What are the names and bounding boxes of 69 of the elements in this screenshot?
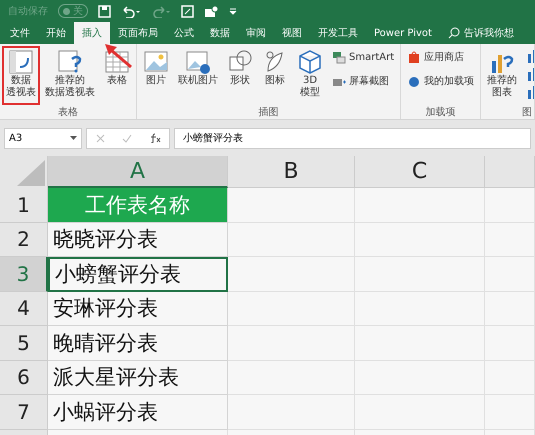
- ribbon-button[interactable]: 数据 透视表: [2, 46, 40, 105]
- ribbon-button[interactable]: SmartArt: [328, 47, 398, 67]
- group-label: 加载项: [426, 106, 456, 119]
- group-label: 插图: [258, 106, 279, 119]
- triangle-icon: [17, 160, 45, 186]
- cube-icon: [297, 49, 323, 75]
- search-icon[interactable]: [448, 27, 460, 39]
- ribbon-button[interactable]: 表格: [100, 46, 134, 105]
- autosave-label: 自动保存: [8, 5, 48, 18]
- ribbon-button[interactable]: 形状: [223, 46, 257, 105]
- table-cell[interactable]: 安琳评分表: [48, 292, 228, 326]
- row-header[interactable]: 6: [0, 360, 48, 395]
- tell-me-field[interactable]: 告诉我你想: [464, 26, 514, 40]
- table-question-icon: [57, 49, 83, 75]
- add-in-icon: [407, 74, 422, 88]
- table-cell[interactable]: 小螃蟹评分表: [48, 257, 228, 292]
- pivot-table-icon: [8, 49, 34, 75]
- ribbon-button[interactable]: 3D 模型: [293, 46, 327, 105]
- row-header[interactable]: 7: [0, 395, 48, 430]
- row-header[interactable]: 1: [0, 188, 48, 222]
- group-label: 表格: [58, 106, 78, 119]
- ribbon-tab[interactable]: 公式: [166, 22, 202, 44]
- ribbon-tab[interactable]: 文件: [2, 22, 38, 44]
- table-cell[interactable]: 派大星评分表: [48, 360, 228, 395]
- online-picture-icon: [185, 49, 211, 75]
- annotation-arrow: [104, 44, 132, 68]
- formula-field[interactable]: 小螃蟹评分表: [174, 128, 531, 148]
- ribbon-button[interactable]: 推荐的 数据透视表: [41, 46, 99, 105]
- column-header[interactable]: [485, 156, 535, 188]
- ribbon-button[interactable]: 我的加载项: [403, 71, 478, 91]
- select-all-button[interactable]: [0, 156, 48, 188]
- redo-icon[interactable]: [151, 4, 171, 18]
- ribbon-tab[interactable]: 插入: [74, 22, 110, 44]
- ribbon-button[interactable]: 推荐的 图表: [483, 46, 522, 105]
- ribbon-button[interactable]: 图片: [139, 46, 173, 105]
- row-header[interactable]: 4: [0, 292, 48, 326]
- ribbon-tab[interactable]: 审阅: [238, 22, 274, 44]
- ribbon-button[interactable]: 联机图片: [174, 46, 222, 105]
- ribbon-tab[interactable]: 开始: [38, 22, 74, 44]
- save-icon[interactable]: [98, 4, 111, 18]
- function-icon[interactable]: [148, 133, 160, 143]
- ribbon-tab[interactable]: 视图: [274, 22, 310, 44]
- shopping-bag-icon: [407, 50, 422, 64]
- row-header[interactable]: 3: [0, 257, 48, 292]
- ribbon-tab[interactable]: 数据: [202, 22, 238, 44]
- ribbon-button[interactable]: 应用商店: [403, 47, 478, 67]
- ribbon-tab[interactable]: 开发工具: [310, 22, 366, 44]
- dropdown-icon[interactable]: [70, 136, 77, 140]
- column-header[interactable]: B: [228, 156, 355, 188]
- check-icon[interactable]: [122, 134, 132, 142]
- ribbon-tab[interactable]: Power Pivot: [366, 22, 440, 44]
- row-header[interactable]: 2: [0, 222, 48, 257]
- group-label: 图: [522, 106, 532, 119]
- column-header[interactable]: C: [355, 156, 485, 188]
- cancel-icon[interactable]: [96, 134, 104, 142]
- column-header[interactable]: A: [48, 156, 228, 188]
- name-box[interactable]: A3: [4, 128, 82, 148]
- form-icon[interactable]: [181, 4, 194, 18]
- ribbon-button[interactable]: 图标: [258, 46, 292, 105]
- table-cell[interactable]: 小蜗评分表: [48, 395, 228, 430]
- table-cell[interactable]: 晚晴评分表: [48, 326, 228, 360]
- table-cell[interactable]: 晓晓评分表: [48, 222, 228, 257]
- ribbon-button[interactable]: 屏幕截图: [328, 71, 398, 91]
- smartart-icon: [332, 50, 346, 64]
- ribbon-tab[interactable]: 页面布局: [110, 22, 166, 44]
- customize-icon[interactable]: [229, 7, 237, 15]
- undo-icon[interactable]: [121, 4, 141, 18]
- row-header[interactable]: 5: [0, 326, 48, 360]
- camera-icon[interactable]: [204, 4, 219, 18]
